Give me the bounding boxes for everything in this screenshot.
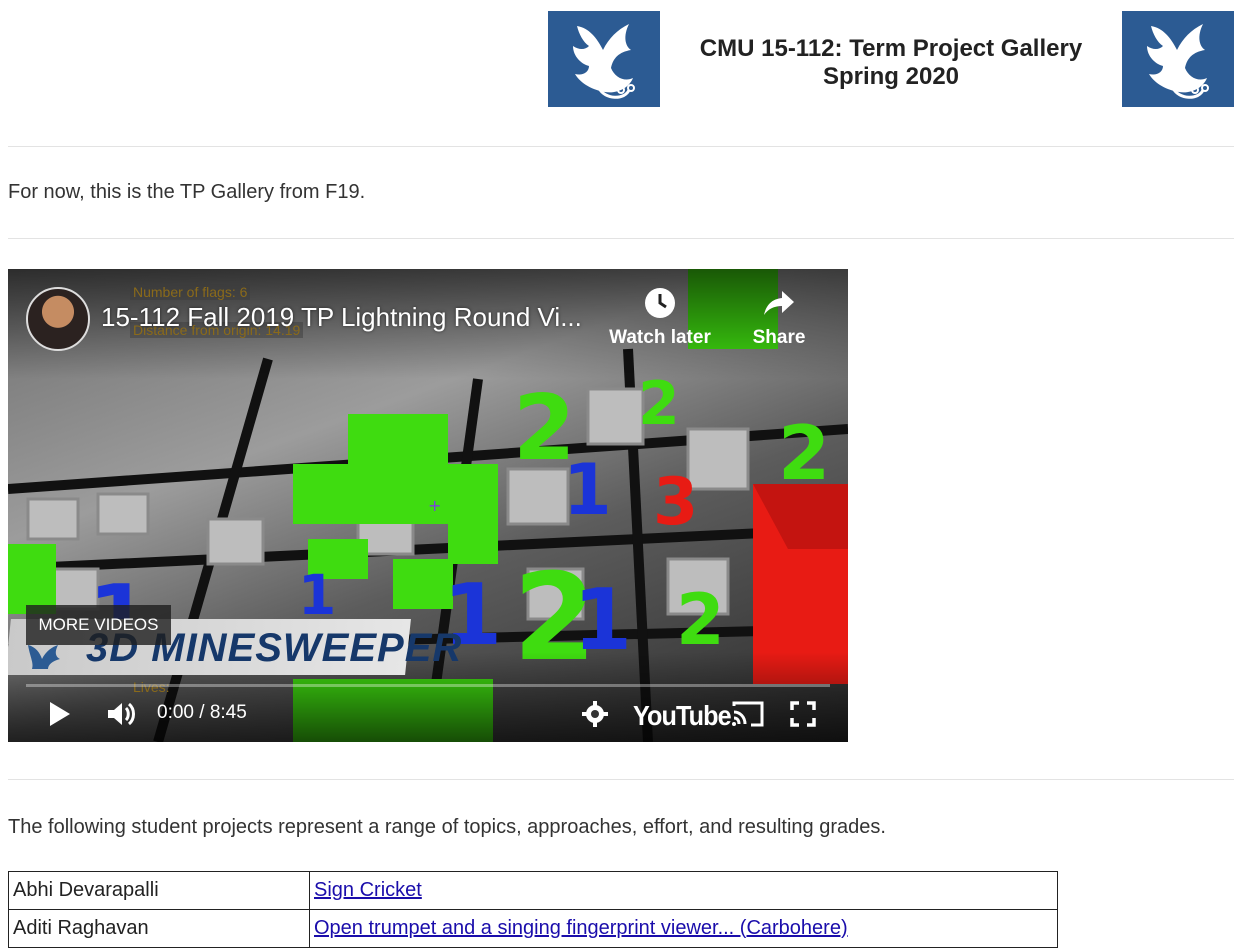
svg-text:1: 1	[563, 449, 612, 531]
volume-button[interactable]	[106, 694, 136, 734]
svg-text:1: 1	[298, 563, 336, 627]
project-cell: Open trumpet and a singing fingerprint v…	[309, 909, 1058, 948]
clock-icon	[645, 288, 675, 318]
svg-text:3: 3	[653, 465, 698, 540]
cast-icon	[732, 701, 764, 727]
project-cell: Sign Cricket	[309, 871, 1058, 910]
projects-intro: The following student projects represent…	[8, 816, 886, 838]
svg-text:2: 2	[778, 409, 830, 497]
scottie-dragon-icon	[1147, 24, 1209, 99]
scottie-dragon-icon	[573, 24, 635, 99]
page-title-line1: CMU 15-112: Term Project Gallery	[699, 35, 1083, 62]
project-link[interactable]: Open trumpet and a singing fingerprint v…	[314, 917, 848, 939]
settings-button[interactable]	[581, 694, 609, 734]
fullscreen-icon	[790, 701, 816, 727]
fullscreen-button[interactable]	[790, 694, 816, 734]
svg-text:+: +	[428, 496, 441, 515]
svg-text:2: 2	[676, 579, 725, 661]
intro-text: For now, this is the TP Gallery from F19…	[8, 181, 366, 203]
scottie-dragon-icon	[28, 645, 60, 669]
volume-icon	[108, 702, 135, 726]
video-player[interactable]: 2 2 2 1 3 2 1 1 1 2 1 + Number of flags:…	[8, 269, 848, 742]
logo-left	[548, 11, 660, 107]
channel-avatar[interactable]	[26, 287, 90, 351]
play-icon	[50, 702, 70, 726]
projects-table: Abhi Devarapalli Sign Cricket Aditi Ragh…	[8, 871, 1058, 948]
page-title: CMU 15-112: Term Project Gallery Spring …	[666, 35, 1116, 91]
logo-right	[1122, 11, 1234, 107]
player-controls: 0:00 / 8:45 YouTube	[8, 694, 848, 734]
cast-button[interactable]	[731, 694, 765, 734]
svg-text:2: 2	[638, 369, 680, 439]
student-name: Abhi Devarapalli	[8, 871, 310, 910]
youtube-logo[interactable]: YouTube	[633, 700, 732, 732]
share-label: Share	[752, 327, 806, 348]
divider	[8, 146, 1234, 147]
hud-lives: Lives:	[133, 679, 170, 695]
student-name: Aditi Raghavan	[8, 909, 310, 948]
share-button[interactable]: Share	[719, 287, 839, 349]
table-row: Abhi Devarapalli Sign Cricket	[8, 871, 1058, 910]
time-display: 0:00 / 8:45	[157, 702, 247, 723]
page-title-line2: Spring 2020	[822, 63, 960, 90]
table-row: Aditi Raghavan Open trumpet and a singin…	[8, 909, 1058, 948]
divider	[8, 238, 1234, 239]
project-link[interactable]: Sign Cricket	[314, 879, 422, 901]
watch-later-button[interactable]: Watch later	[600, 287, 720, 349]
video-title[interactable]: 15-112 Fall 2019 TP Lightning Round Vi..…	[101, 302, 582, 333]
hud-flags: Number of flags: 6	[130, 284, 251, 300]
progress-bar[interactable]	[26, 684, 830, 687]
gear-icon	[582, 701, 608, 727]
more-videos-button[interactable]: MORE VIDEOS	[26, 605, 171, 645]
watch-later-label: Watch later	[609, 327, 711, 348]
share-arrow-icon	[764, 291, 794, 315]
play-button[interactable]	[48, 694, 72, 734]
divider	[8, 779, 1234, 780]
